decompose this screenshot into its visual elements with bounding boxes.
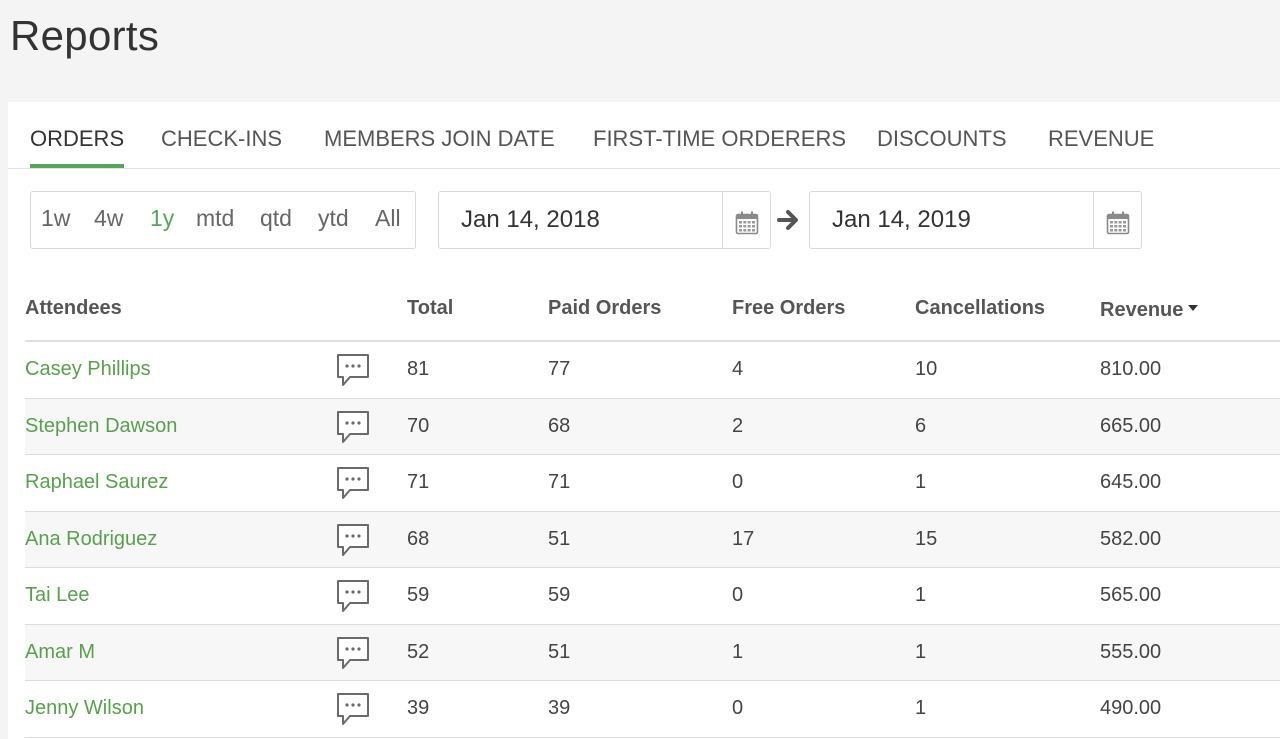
column-header-revenue-label: Revenue xyxy=(1100,299,1184,321)
cancellations-cell: 1 xyxy=(915,471,927,493)
reports-card: ORDERS CHECK-INS MEMBERS JOIN DATE FIRST… xyxy=(8,102,1280,739)
paid-orders-cell: 59 xyxy=(548,584,571,606)
table-row: Raphael Saurez 71 71 0 1 645.00 xyxy=(25,455,1280,512)
range-option-1y[interactable]: 1y xyxy=(150,205,174,232)
arrow-right-icon xyxy=(777,210,798,230)
message-button[interactable] xyxy=(335,465,371,506)
paid-orders-cell: 71 xyxy=(548,471,571,493)
speech-bubble-icon xyxy=(337,693,369,725)
attendee-name-link[interactable]: Raphael Saurez xyxy=(25,471,168,494)
revenue-cell: 810.00 xyxy=(1100,358,1162,380)
tab-revenue[interactable]: REVENUE xyxy=(1048,126,1154,168)
message-button[interactable] xyxy=(335,578,371,619)
table-row: Tai Lee 59 59 0 1 565.00 xyxy=(25,568,1280,625)
revenue-cell: 582.00 xyxy=(1100,527,1162,550)
free-orders-cell: 0 xyxy=(732,471,744,493)
message-button[interactable] xyxy=(335,635,371,676)
report-tabs: ORDERS CHECK-INS MEMBERS JOIN DATE FIRST… xyxy=(8,102,1280,169)
free-orders-cell: 0 xyxy=(732,584,744,606)
total-cell: 81 xyxy=(407,358,430,380)
speech-bubble-icon xyxy=(337,523,369,556)
range-option-ytd[interactable]: ytd xyxy=(318,205,349,232)
speech-bubble-icon xyxy=(337,580,369,612)
end-date-field[interactable]: Jan 14, 2019 xyxy=(809,191,1142,249)
tab-first-time-orderers[interactable]: FIRST-TIME ORDERERS xyxy=(593,126,846,168)
revenue-cell: 665.00 xyxy=(1100,414,1162,437)
table-row: Amar M 52 51 1 1 555.00 xyxy=(25,624,1280,681)
end-date-value: Jan 14, 2019 xyxy=(832,206,971,233)
attendee-name-link[interactable]: Casey Phillips xyxy=(25,358,151,381)
cancellations-cell: 10 xyxy=(915,358,938,380)
table-row: Casey Phillips 81 77 4 10 810.00 xyxy=(25,342,1280,399)
range-option-4w[interactable]: 4w xyxy=(94,205,123,232)
start-date-field[interactable]: Jan 14, 2018 xyxy=(438,191,771,249)
range-selector: 1w 4w 1y mtd qtd ytd All xyxy=(30,191,416,249)
column-header-free-orders[interactable]: Free Orders xyxy=(732,297,845,320)
speech-bubble-icon xyxy=(337,410,369,443)
message-button[interactable] xyxy=(335,409,371,450)
revenue-cell: 565.00 xyxy=(1100,584,1162,606)
table-row: Stephen Dawson 70 68 2 6 665.00 xyxy=(25,398,1280,455)
free-orders-cell: 1 xyxy=(732,640,744,663)
total-cell: 39 xyxy=(407,697,430,719)
speech-bubble-icon xyxy=(337,636,369,669)
calendar-icon xyxy=(1106,211,1130,235)
message-button[interactable] xyxy=(335,522,371,563)
free-orders-cell: 4 xyxy=(732,358,744,380)
table-header: Attendees Total Paid Orders Free Orders … xyxy=(25,282,1280,342)
table-row: Ana Rodriguez 68 51 17 15 582.00 xyxy=(25,511,1280,568)
range-option-qtd[interactable]: qtd xyxy=(260,205,292,232)
total-cell: 52 xyxy=(407,640,430,663)
cancellations-cell: 1 xyxy=(915,697,927,719)
start-date-value: Jan 14, 2018 xyxy=(461,206,600,233)
speech-bubble-icon xyxy=(337,354,369,386)
tab-orders[interactable]: ORDERS xyxy=(30,126,125,168)
table-row: Jenny Wilson 39 39 0 1 490.00 xyxy=(25,681,1280,738)
column-header-attendees[interactable]: Attendees xyxy=(25,297,122,320)
tab-discounts[interactable]: DISCOUNTS xyxy=(877,126,1007,168)
cancellations-cell: 6 xyxy=(915,414,927,437)
cancellations-cell: 1 xyxy=(915,640,927,663)
total-cell: 71 xyxy=(407,471,430,493)
column-header-total[interactable]: Total xyxy=(407,297,453,320)
paid-orders-cell: 51 xyxy=(548,527,571,550)
attendee-name-link[interactable]: Ana Rodriguez xyxy=(25,528,157,551)
end-date-calendar-button[interactable] xyxy=(1093,192,1141,248)
total-cell: 70 xyxy=(407,414,430,437)
column-header-paid-orders[interactable]: Paid Orders xyxy=(548,297,661,320)
column-header-cancellations[interactable]: Cancellations xyxy=(915,297,1045,320)
attendee-name-link[interactable]: Jenny Wilson xyxy=(25,697,144,720)
table-body: Casey Phillips 81 77 4 10 810.00 Stephen… xyxy=(25,342,1280,738)
attendee-name-link[interactable]: Tai Lee xyxy=(25,584,90,607)
paid-orders-cell: 39 xyxy=(548,697,571,719)
revenue-cell: 490.00 xyxy=(1100,697,1162,719)
total-cell: 59 xyxy=(407,584,430,606)
message-button[interactable] xyxy=(335,352,371,393)
revenue-cell: 555.00 xyxy=(1100,640,1162,663)
tab-check-ins[interactable]: CHECK-INS xyxy=(161,126,282,168)
range-option-mtd[interactable]: mtd xyxy=(196,205,234,232)
attendee-name-link[interactable]: Amar M xyxy=(25,641,95,664)
tab-members-join-date[interactable]: MEMBERS JOIN DATE xyxy=(324,126,555,168)
free-orders-cell: 17 xyxy=(732,527,755,550)
cancellations-cell: 1 xyxy=(915,584,927,606)
free-orders-cell: 2 xyxy=(732,414,744,437)
free-orders-cell: 0 xyxy=(732,697,744,719)
cancellations-cell: 15 xyxy=(915,527,938,550)
attendee-name-link[interactable]: Stephen Dawson xyxy=(25,415,177,438)
message-button[interactable] xyxy=(335,691,371,732)
page-title: Reports xyxy=(10,12,160,59)
total-cell: 68 xyxy=(407,527,430,550)
calendar-icon xyxy=(735,211,759,235)
column-header-revenue[interactable]: Revenue xyxy=(1100,299,1199,322)
start-date-calendar-button[interactable] xyxy=(722,192,770,248)
revenue-cell: 645.00 xyxy=(1100,471,1162,493)
paid-orders-cell: 68 xyxy=(548,414,571,437)
speech-bubble-icon xyxy=(337,467,369,499)
sort-descending-icon xyxy=(1188,305,1199,311)
paid-orders-cell: 51 xyxy=(548,640,571,663)
range-option-all[interactable]: All xyxy=(375,205,401,232)
paid-orders-cell: 77 xyxy=(548,358,571,380)
range-option-1w[interactable]: 1w xyxy=(41,205,70,232)
